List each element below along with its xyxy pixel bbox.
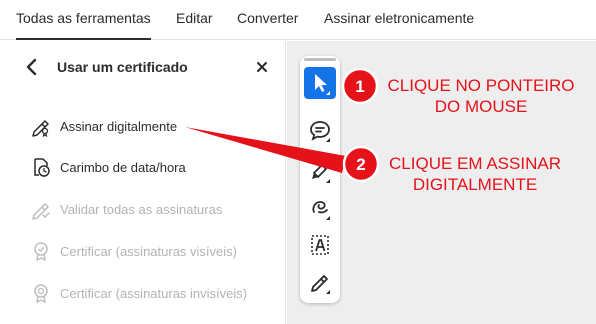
tab-all-tools[interactable]: Todas as ferramentas	[16, 10, 151, 40]
tab-e-sign[interactable]: Assinar eletronicamente	[324, 10, 474, 26]
item-sign-digitally[interactable]: Assinar digitalmente	[30, 113, 280, 141]
item-label: Assinar digitalmente	[60, 119, 178, 134]
text-tool[interactable]	[304, 229, 336, 261]
sign-pen-icon	[311, 275, 330, 294]
sign-tool[interactable]	[304, 266, 336, 298]
panel-header: Usar um certificado	[0, 41, 286, 95]
item-label: Certificar (assinaturas visíveis)	[60, 244, 237, 259]
step2-line2: DIGITALMENTE	[412, 175, 538, 194]
document-clock-icon	[34, 158, 50, 177]
pointer-tool[interactable]	[304, 67, 336, 99]
certificate-ribbon-icon	[34, 284, 48, 304]
chevron-left-icon[interactable]	[22, 56, 42, 78]
item-timestamp[interactable]: Carimbo de data/hora	[30, 154, 280, 182]
comment-tool[interactable]	[304, 114, 336, 146]
highlight-tool[interactable]	[304, 155, 336, 187]
certificate-badge-icon	[34, 242, 48, 262]
validate-pen-icon	[32, 203, 50, 220]
text-box-icon	[311, 235, 329, 255]
top-nav: Todas as ferramentas Editar Converter As…	[0, 0, 596, 40]
item-label: Validar todas as assinaturas	[60, 202, 223, 217]
panel-title: Usar um certificado	[57, 59, 188, 75]
tab-edit[interactable]: Editar	[176, 10, 213, 26]
step1-line1: CLIQUE NO PONTEIRO	[387, 76, 575, 95]
toolbar-grip[interactable]	[304, 58, 336, 62]
freehand-draw-icon	[312, 201, 330, 220]
comment-edit-icon	[310, 121, 330, 142]
step2-line1: CLIQUE EM ASSINAR	[389, 154, 561, 173]
highlighter-icon	[312, 164, 330, 183]
item-certify-visible: Certificar (assinaturas visíveis)	[30, 238, 280, 266]
tab-convert[interactable]: Converter	[237, 10, 298, 26]
step1-line2: DO MOUSE	[434, 97, 528, 116]
item-label: Carimbo de data/hora	[60, 160, 186, 175]
draw-tool[interactable]	[304, 192, 336, 224]
step1-instruction: CLIQUE NO PONTEIRO DO MOUSE	[383, 75, 579, 117]
item-validate-signatures: Validar todas as assinaturas	[30, 196, 280, 224]
item-label: Certificar (assinaturas invisíveis)	[60, 286, 248, 301]
sign-pen-icon	[32, 120, 49, 137]
step2-instruction: CLIQUE EM ASSINAR DIGITALMENTE	[380, 153, 570, 195]
quick-tools-toolbar	[300, 56, 340, 303]
tool-panel: Usar um certificado Assinar digitalmente…	[0, 41, 286, 324]
close-icon[interactable]	[252, 57, 272, 77]
item-certify-invisible: Certificar (assinaturas invisíveis)	[30, 280, 280, 308]
cursor-arrow-icon	[315, 74, 330, 95]
